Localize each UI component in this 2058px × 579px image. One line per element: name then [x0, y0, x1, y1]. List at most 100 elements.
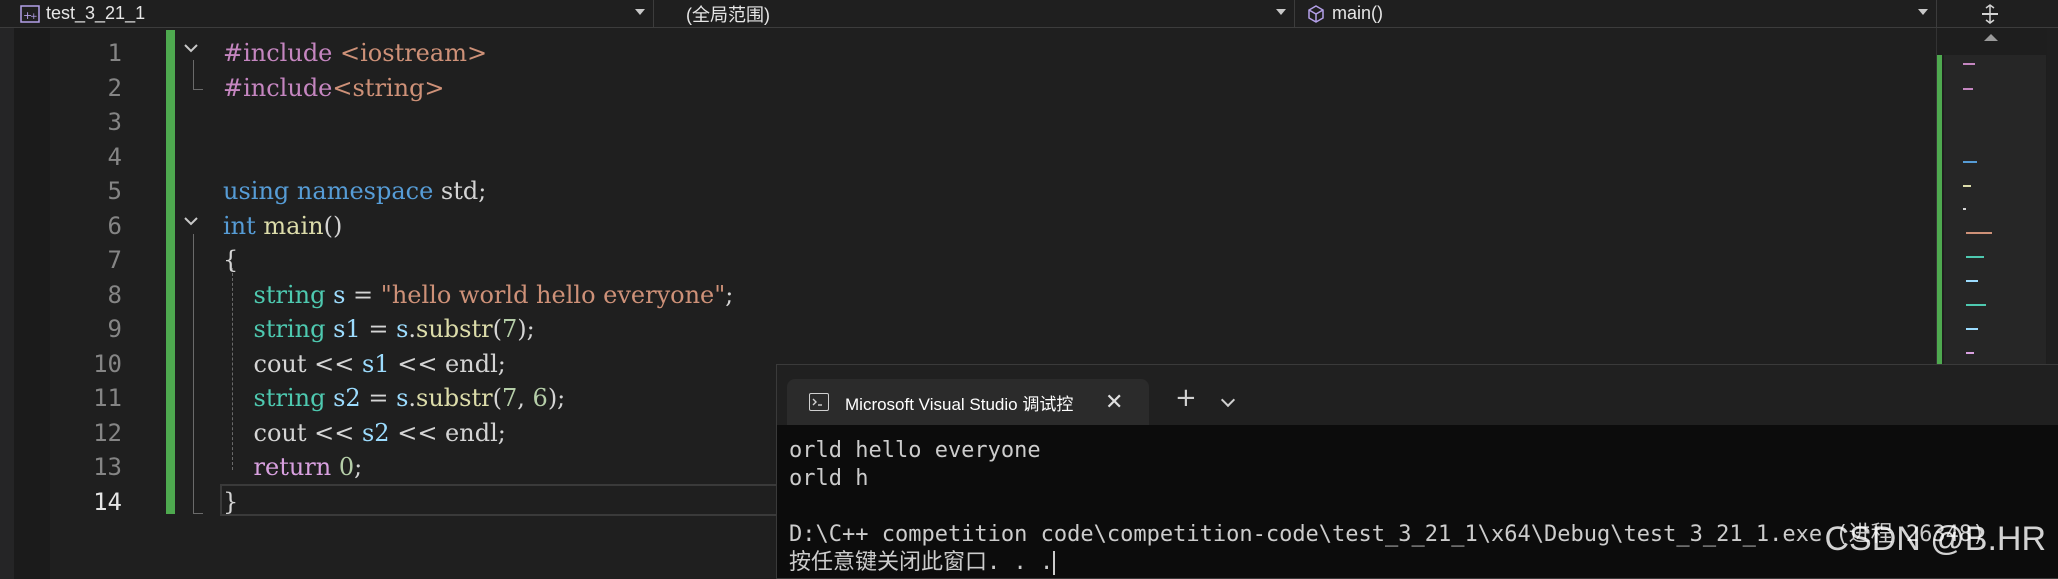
line-number: 11: [93, 384, 122, 412]
code-line[interactable]: int main(): [223, 209, 733, 244]
terminal-tab[interactable]: Microsoft Visual Studio 调试控 ✕: [787, 379, 1149, 425]
line-number: 7: [107, 246, 122, 274]
code-token: s1: [333, 315, 361, 343]
line-number-gutter: 1 2 3 4 5 6 7 8 9 10 11 12 13 14: [50, 36, 122, 519]
collapse-chevron-icon[interactable]: [183, 213, 199, 229]
code-token: (: [492, 384, 502, 412]
terminal-line: D:\C++ competition code\competition-code…: [789, 521, 1985, 549]
code-token: namespace: [296, 177, 434, 205]
terminal-line: 按任意键关闭此窗口. . .: [789, 549, 1985, 577]
code-token: << endl;: [389, 418, 506, 447]
minimap-line: [1963, 208, 1966, 210]
code-token: ;: [354, 453, 363, 481]
minimap-viewport[interactable]: [1944, 55, 2046, 368]
code-token: s1: [361, 349, 390, 378]
code-token: ,: [517, 384, 533, 412]
code-token: string: [253, 280, 326, 309]
text-cursor: [1053, 551, 1056, 575]
close-icon[interactable]: ✕: [1105, 390, 1123, 415]
fold-guide: [193, 60, 194, 90]
code-line[interactable]: [223, 140, 733, 175]
code-token: =: [360, 384, 397, 412]
minimap-line: [1963, 161, 1977, 163]
terminal-line-text: D:\C++ competition code\competition-code…: [789, 522, 1986, 547]
code-token: #include: [223, 73, 333, 102]
code-line[interactable]: #include <iostream>: [223, 36, 733, 71]
scroll-up-arrow-icon[interactable]: [1984, 34, 1998, 41]
code-token: );: [547, 384, 566, 412]
scope-dropdown[interactable]: (全局范围): [680, 0, 1295, 27]
code-token: s: [396, 384, 409, 412]
code-token: substr: [416, 384, 493, 412]
terminal-line: orld h: [789, 465, 1985, 493]
plus-icon[interactable]: +: [1175, 383, 1197, 413]
code-line[interactable]: cout << s1 << endl;: [223, 347, 733, 382]
code-token: s: [333, 280, 346, 309]
member-dropdown[interactable]: main(): [1300, 0, 1937, 27]
code-line[interactable]: string s = "hello world hello everyone";: [223, 278, 734, 313]
change-tracking-bar: [166, 30, 175, 514]
cpp-project-icon: + +: [20, 4, 40, 23]
line-number: 4: [107, 142, 122, 171]
line-number: 9: [107, 315, 122, 343]
line-number: 10: [93, 349, 122, 378]
terminal-line-text: orld hello everyone: [789, 438, 1041, 463]
code-token: return: [253, 453, 332, 481]
code-token: s2: [333, 384, 361, 412]
minimap-line: [1963, 63, 1975, 65]
line-number: 5: [107, 177, 122, 205]
line-number: 8: [107, 280, 122, 309]
svg-text:+: +: [30, 12, 38, 22]
terminal-line-text: orld h: [789, 466, 869, 491]
minimap-line: [1963, 185, 1971, 187]
fold-guide-end: [193, 513, 203, 514]
code-editor[interactable]: #include <iostream> #include<string> usin…: [223, 36, 733, 519]
chevron-down-icon: [1918, 9, 1928, 15]
fold-guide: [193, 234, 194, 514]
code-line[interactable]: return 0;: [223, 450, 733, 485]
code-token: cout <<: [223, 418, 362, 447]
code-token: ;: [725, 280, 734, 309]
code-token: string: [253, 315, 326, 343]
terminal-output[interactable]: orld hello everyone orld h D:\C++ competi…: [789, 437, 1985, 577]
minimap-line: [1966, 328, 1978, 330]
code-line[interactable]: cout << s2 << endl;: [223, 416, 733, 451]
terminal-line-text: 按任意键关闭此窗口. . .: [789, 550, 1054, 575]
code-token: int: [223, 211, 256, 240]
code-line[interactable]: using namespace std;: [223, 174, 733, 209]
line-number: 14: [93, 487, 122, 516]
minimap-line: [1966, 304, 1986, 306]
code-line[interactable]: string s2 = s.substr(7, 6);: [223, 381, 733, 416]
code-token: << endl;: [389, 349, 506, 378]
console-icon: [809, 393, 829, 411]
code-token: using: [223, 177, 290, 205]
code-line[interactable]: {: [223, 243, 733, 278]
project-dropdown[interactable]: + + test_3_21_1: [14, 0, 654, 27]
code-line[interactable]: [223, 105, 733, 140]
code-token: 0: [338, 453, 355, 481]
split-editor-button[interactable]: [1940, 0, 2040, 27]
split-editor-icon: [1982, 3, 1998, 24]
minimap-line: [1963, 88, 1973, 90]
chevron-down-icon[interactable]: [1220, 392, 1236, 408]
code-token: 6: [532, 384, 548, 412]
collapse-chevron-icon[interactable]: [183, 40, 199, 56]
line-number: 2: [107, 73, 122, 102]
member-label: main(): [1332, 3, 1384, 23]
code-token: main: [263, 211, 324, 240]
code-token: .: [408, 315, 417, 343]
code-token: #include: [223, 39, 341, 67]
watermark: CSDN @B.HR: [1824, 520, 2046, 558]
project-label: test_3_21_1: [46, 3, 146, 23]
code-token: <iostream>: [340, 39, 488, 67]
glyph-margin: [14, 28, 50, 579]
code-line[interactable]: }: [223, 485, 733, 520]
code-line[interactable]: string s1 = s.substr(7);: [223, 312, 733, 347]
code-line[interactable]: #include<string>: [223, 71, 733, 106]
